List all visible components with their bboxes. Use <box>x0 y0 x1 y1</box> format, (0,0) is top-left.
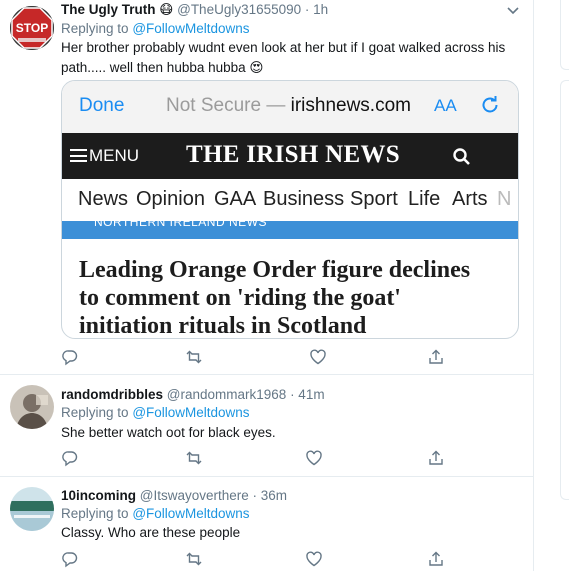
nav-item: GAA <box>214 188 257 210</box>
stop-sign-text: STOP <box>16 21 48 35</box>
embedded-screenshot[interactable]: Done Not Secure — irishnews.com AA MENU … <box>61 80 519 339</box>
tweet-text: Her brother probably wudnt even look at … <box>61 38 521 78</box>
reply-icon[interactable] <box>61 550 79 568</box>
reply-icon[interactable] <box>61 348 79 366</box>
nav-item: Opinion <box>136 188 205 210</box>
tweet-text-line: path..... well then hubba hubba 😍 <box>61 60 264 75</box>
site-header: MENU THE IRISH NEWS <box>62 133 518 179</box>
tweet[interactable]: 10incoming @Itswayoverthere · 36m Replyi… <box>0 477 534 571</box>
tweet[interactable]: randomdribbles @randommark1968 · 41m Rep… <box>0 375 534 477</box>
tweet[interactable]: STOP The Ugly Truth 😷 @TheUgly31655090 ·… <box>0 0 534 375</box>
tweet-actions <box>61 348 521 366</box>
section-strip: NORTHERN IRELAND NEWS <box>62 221 518 239</box>
section-strip-text: NORTHERN IRELAND NEWS <box>94 221 267 229</box>
heart-icon[interactable] <box>305 550 323 568</box>
site-masthead: THE IRISH NEWS <box>186 141 400 168</box>
replying-to: Replying to @FollowMeltdowns <box>61 405 250 420</box>
replying-to-link[interactable]: @FollowMeltdowns <box>132 506 249 521</box>
tweet-header: The Ugly Truth 😷 @TheUgly31655090 · 1h <box>61 2 328 18</box>
handle[interactable]: @TheUgly31655090 <box>177 2 301 17</box>
nav-item: Arts <box>452 188 488 210</box>
hamburger-icon <box>70 149 87 162</box>
nav-item: News <box>78 188 129 210</box>
tweet-actions <box>61 550 521 568</box>
sidebar-card <box>560 0 569 70</box>
display-name[interactable]: 10incoming <box>61 488 136 503</box>
mask-emoji: 😷 <box>159 2 174 17</box>
reload-icon <box>482 96 498 113</box>
site-nav: News Opinion GAA Business Sport Life Art… <box>62 179 518 221</box>
photo-avatar-icon <box>10 385 54 429</box>
replying-prefix: Replying to <box>61 405 129 420</box>
nav-item: Life <box>408 188 441 210</box>
timeline: STOP The Ugly Truth 😷 @TheUgly31655090 ·… <box>0 0 534 571</box>
tweet-text: Classy. Who are these people <box>61 525 241 540</box>
stop-sign-icon: STOP <box>10 6 54 50</box>
replying-to: Replying to @FollowMeltdowns <box>61 506 250 521</box>
avatar[interactable] <box>10 385 54 429</box>
timestamp[interactable]: · 41m <box>290 387 325 402</box>
share-icon[interactable] <box>427 550 445 568</box>
avatar[interactable]: STOP <box>10 6 54 50</box>
right-sidebar <box>535 0 569 571</box>
retweet-icon[interactable] <box>185 550 203 568</box>
display-name[interactable]: randomdribbles <box>61 387 163 402</box>
headline-line: Leading Orange Order figure declines <box>79 257 471 283</box>
heart-icon[interactable] <box>305 449 323 467</box>
search-icon <box>453 148 470 165</box>
tweet-header: randomdribbles @randommark1968 · 41m <box>61 387 325 402</box>
chevron-down-icon[interactable] <box>506 4 520 18</box>
replying-to-link[interactable]: @FollowMeltdowns <box>132 21 249 36</box>
heart-icon[interactable] <box>309 348 327 366</box>
display-name[interactable]: The Ugly Truth <box>61 2 156 17</box>
domain-text: irishnews.com <box>290 95 411 116</box>
article-headline: Leading Orange Order figure declines to … <box>79 256 511 339</box>
handle[interactable]: @randommark1968 <box>167 387 287 402</box>
retweet-icon[interactable] <box>185 348 203 366</box>
share-icon[interactable] <box>427 348 445 366</box>
browser-toolbar: Done Not Secure — irishnews.com AA <box>62 81 518 133</box>
menu-button: MENU <box>70 146 139 166</box>
headline-line: initiation rituals in Scotland <box>79 313 367 339</box>
avatar[interactable] <box>10 487 54 531</box>
reply-icon[interactable] <box>61 449 79 467</box>
nav-item: N <box>497 188 512 210</box>
tweet-actions <box>61 449 521 467</box>
replying-prefix: Replying to <box>61 506 129 521</box>
replying-prefix: Replying to <box>61 21 129 36</box>
tweet-header: 10incoming @Itswayoverthere · 36m <box>61 488 287 503</box>
heart-eyes-emoji: 😍 <box>249 60 264 75</box>
reader-aa-button: AA <box>434 96 457 115</box>
tweet-text-line: Her brother probably wudnt even look at … <box>61 40 506 55</box>
done-button: Done <box>79 95 125 116</box>
replying-to-link[interactable]: @FollowMeltdowns <box>132 405 249 420</box>
share-icon[interactable] <box>427 449 445 467</box>
timestamp[interactable]: · 1h <box>305 2 328 17</box>
landscape-avatar-icon <box>10 487 54 531</box>
nav-item: Sport <box>350 188 398 210</box>
nav-item: Business <box>263 188 345 210</box>
replying-to: Replying to @FollowMeltdowns <box>61 21 250 36</box>
headline-line: to comment on 'riding the goat' <box>79 285 401 311</box>
timestamp[interactable]: · 36m <box>253 488 288 503</box>
handle[interactable]: @Itswayoverthere <box>140 488 249 503</box>
retweet-icon[interactable] <box>185 449 203 467</box>
tweet-text: She better watch oot for black eyes. <box>61 425 276 440</box>
address-bar: Not Secure — irishnews.com <box>166 95 411 116</box>
sidebar-card <box>560 80 569 500</box>
